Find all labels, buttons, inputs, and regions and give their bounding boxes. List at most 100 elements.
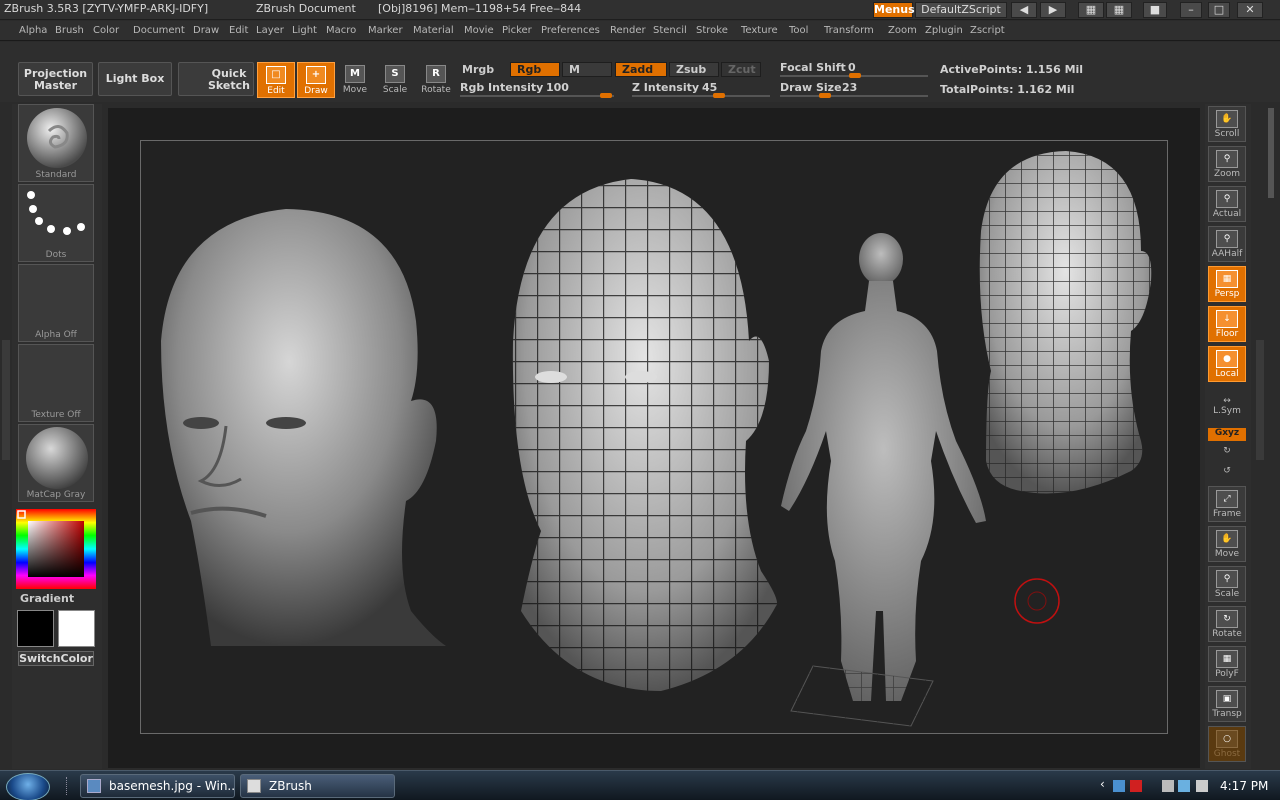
menu-draw[interactable]: Draw [193,25,219,36]
menu-zoom[interactable]: Zoom [888,25,917,36]
taskbar-clock[interactable]: 4:17 PM [1220,779,1268,793]
rotate-y-icon[interactable]: ↻ [1208,446,1246,456]
menu-color[interactable]: Color [93,25,119,36]
tray-antivirus-icon[interactable] [1130,780,1142,792]
floor-button[interactable]: ↓ Floor [1208,306,1246,342]
zsub-button[interactable]: Zsub [669,62,719,77]
menu-brush[interactable]: Brush [55,25,84,36]
menu-transform[interactable]: Transform [824,25,874,36]
viewport-render[interactable] [141,141,1169,735]
zoom-button[interactable]: ⚲ Zoom [1208,146,1246,182]
maximize-icon[interactable]: □ [1208,2,1230,18]
quick-sketch-button[interactable]: Quick Sketch [178,62,254,96]
scale-view-button[interactable]: ⚲ Scale [1208,566,1246,602]
menu-stencil[interactable]: Stencil [653,25,687,36]
menu-picker[interactable]: Picker [502,25,532,36]
draw-size-slider[interactable] [780,95,928,97]
rotate-z-icon[interactable]: ↺ [1208,466,1246,476]
zadd-button[interactable]: Zadd [615,62,667,77]
menu-zplugin[interactable]: Zplugin [925,25,963,36]
alpha-thumbnail[interactable]: Alpha Off [18,264,94,342]
projection-master-button[interactable]: Projection Master [18,62,93,96]
tray-network-icon[interactable] [1113,780,1125,792]
default-zscript-button[interactable]: DefaultZScript [915,2,1007,18]
rotate-view-button[interactable]: ↻ Rotate [1208,606,1246,642]
menu-edit[interactable]: Edit [229,25,248,36]
move-view-button[interactable]: ✋ Move [1208,526,1246,562]
lock-icon[interactable]: ■ [1143,2,1167,18]
scale-mode-button[interactable]: S Scale [376,62,414,98]
stroke-thumbnail[interactable]: Dots [18,184,94,262]
close-icon[interactable]: ✕ [1237,2,1263,18]
material-thumbnail[interactable]: MatCap Gray [18,424,94,502]
m-button[interactable]: M [562,62,612,77]
draw-size-value: 23 [842,81,858,94]
next-layout-icon[interactable]: ▶ [1040,2,1066,18]
menu-preferences[interactable]: Preferences [541,25,600,36]
menu-material[interactable]: Material [413,25,454,36]
actual-button[interactable]: ⚲ Actual [1208,186,1246,222]
menu-macro[interactable]: Macro [326,25,356,36]
persp-button[interactable]: ▦ Persp [1208,266,1246,302]
menu-alpha[interactable]: Alpha [19,25,47,36]
tray-connection-icon[interactable] [1178,780,1190,792]
texture-thumbnail[interactable]: Texture Off [18,344,94,422]
polyframe-grid-icon: ▦ [1216,650,1238,668]
focal-shift-knob[interactable] [849,73,861,78]
lsym-button[interactable]: ↔ L.Sym [1208,396,1246,416]
polyf-button[interactable]: ▦ PolyF [1208,646,1246,682]
scroll-button[interactable]: ✋ Scroll [1208,106,1246,142]
tray-device-icon[interactable] [1162,780,1174,792]
z-intensity-knob[interactable] [713,93,725,98]
menu-stroke[interactable]: Stroke [696,25,728,36]
rotate-mode-button[interactable]: R Rotate [417,62,455,98]
minimize-icon[interactable]: – [1180,2,1202,18]
menu-light[interactable]: Light [292,25,317,36]
switch-color-button[interactable]: SwitchColor [18,651,94,666]
brush-thumbnail[interactable]: Standard [18,104,94,182]
menu-document[interactable]: Document [133,25,185,36]
menu-movie[interactable]: Movie [464,25,494,36]
tray-expand-icon[interactable]: ‹ [1100,777,1105,791]
zcut-button[interactable]: Zcut [721,62,761,77]
main-color-swatch[interactable] [17,610,54,647]
taskbar-item-basemesh[interactable]: basemesh.jpg - Win... [80,774,235,798]
right-tray-handle[interactable] [1256,340,1264,460]
menu-zscript[interactable]: Zscript [970,25,1005,36]
start-button[interactable] [6,773,50,800]
move-mode-button[interactable]: M Move [336,62,374,98]
z-intensity-slider[interactable] [632,95,770,97]
xyz-button[interactable]: Gxyz [1208,428,1246,441]
mrgb-button[interactable]: Mrgb [455,62,507,77]
taskbar-item-zbrush[interactable]: ZBrush [240,774,395,798]
draw-size-knob[interactable] [819,93,831,98]
aahalf-button[interactable]: ⚲ AAHalf [1208,226,1246,262]
frame-button[interactable]: ⤢ Frame [1208,486,1246,522]
menu-layer[interactable]: Layer [256,25,284,36]
menu-render[interactable]: Render [610,25,646,36]
menu-marker[interactable]: Marker [368,25,403,36]
left-tray-handle[interactable] [2,340,10,460]
menu-texture[interactable]: Texture [741,25,778,36]
rgb-intensity-slider[interactable] [460,95,614,97]
menus-button[interactable]: Menus [873,2,915,18]
draw-mode-button[interactable]: + Draw [297,62,335,98]
edit-mode-button[interactable]: □ Edit [257,62,295,98]
actual-label: Actual [1212,209,1242,219]
rgb-button[interactable]: Rgb [510,62,560,77]
transp-button[interactable]: ▣ Transp [1208,686,1246,722]
gradient-label[interactable]: Gradient [20,592,74,605]
prev-layout-icon[interactable]: ◀ [1011,2,1037,18]
rgb-intensity-knob[interactable] [600,93,612,98]
right-scrollbar[interactable] [1268,108,1274,198]
layout-alt-icon[interactable]: ▦ [1106,2,1132,18]
document-canvas[interactable] [108,108,1200,768]
menu-tool[interactable]: Tool [789,25,808,36]
secondary-color-swatch[interactable] [58,610,95,647]
tray-volume-icon[interactable] [1196,780,1208,792]
color-picker[interactable] [16,509,96,589]
layout-icon[interactable]: ▦ [1078,2,1104,18]
local-button[interactable]: ● Local [1208,346,1246,382]
light-box-button[interactable]: Light Box [98,62,172,96]
ghost-button[interactable]: ○ Ghost [1208,726,1246,762]
